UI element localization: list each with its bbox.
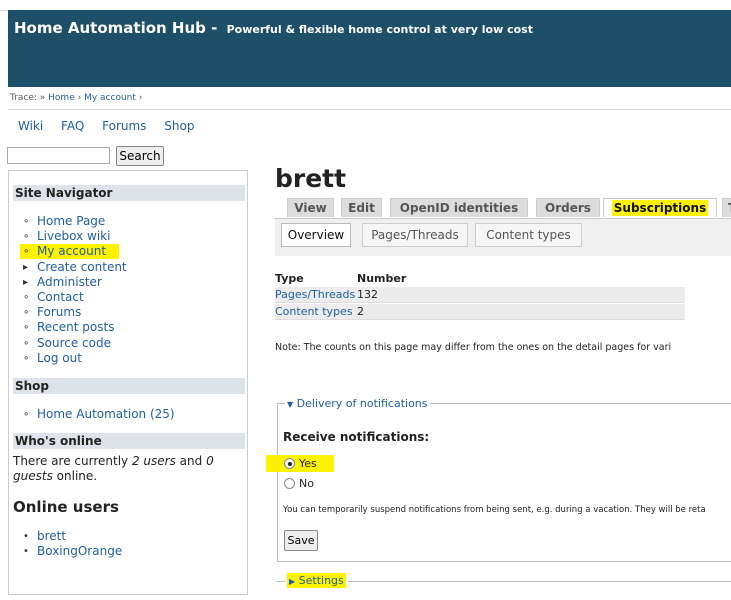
primary-link-shop[interactable]: Shop bbox=[164, 119, 194, 133]
nav-item-source-code[interactable]: ∘ Source code bbox=[23, 336, 127, 351]
receive-notifications-label: Receive notifications: bbox=[283, 430, 430, 444]
delivery-description: You can temporarily suspend notification… bbox=[283, 505, 706, 515]
shop-item-home-automation[interactable]: ∘ Home Automation (25) bbox=[23, 407, 175, 422]
site-header: Home Automation Hub - Powerful & flexibl… bbox=[8, 10, 731, 87]
tab-truncated[interactable]: T bbox=[722, 198, 731, 217]
online-users-title: Online users bbox=[13, 498, 119, 516]
subscriptions-table: Type Number Pages/Threads 132 Content type… bbox=[275, 272, 685, 321]
site-navigator-title: Site Navigator bbox=[13, 185, 245, 201]
triangle-right-icon: ▶ bbox=[289, 577, 296, 586]
nav-item-recent-posts[interactable]: ∘ Recent posts bbox=[23, 320, 127, 335]
radio-no-label[interactable]: No bbox=[299, 477, 314, 490]
site-title[interactable]: Home Automation Hub - Powerful & flexibl… bbox=[14, 19, 533, 37]
tab-edit[interactable]: Edit bbox=[341, 198, 382, 217]
settings-legend[interactable]: ▶ Settings bbox=[285, 573, 348, 588]
nav-item-livebox-wiki[interactable]: ∘ Livebox wiki bbox=[23, 229, 127, 244]
subtab-pages-threads[interactable]: Pages/Threads bbox=[362, 223, 468, 247]
online-user-item[interactable]: • BoxingOrange bbox=[23, 544, 122, 559]
page-title: brett bbox=[275, 164, 347, 193]
subtab-overview[interactable]: Overview bbox=[281, 223, 351, 247]
delivery-legend[interactable]: ▼ Delivery of notifications bbox=[285, 397, 430, 410]
radio-yes-label[interactable]: Yes bbox=[299, 457, 317, 470]
triangle-down-icon: ▼ bbox=[287, 400, 294, 409]
tab-subscriptions[interactable]: Subscriptions bbox=[603, 198, 717, 217]
nav-item-administer[interactable]: ▸ Administer bbox=[23, 275, 127, 290]
sidebar: Site Navigator ∘ Home Page ∘ Livebox wiki … bbox=[8, 170, 248, 595]
nav-item-log-out[interactable]: ∘ Log out bbox=[23, 351, 127, 366]
delivery-fieldset bbox=[277, 403, 731, 562]
divider bbox=[8, 109, 731, 110]
primary-link-faq[interactable]: FAQ bbox=[61, 119, 84, 133]
nav-item-contact[interactable]: ∘ Contact bbox=[23, 290, 127, 305]
table-header: Type Number bbox=[275, 272, 407, 285]
nav-item-my-account[interactable]: ∘ My account bbox=[20, 244, 127, 260]
site-name[interactable]: Home Automation Hub - bbox=[14, 19, 217, 37]
radio-yes[interactable] bbox=[284, 458, 295, 469]
table-row: Content types 2 bbox=[275, 304, 685, 320]
tab-openid-identities[interactable]: OpenID identities bbox=[390, 198, 528, 217]
search-input[interactable] bbox=[7, 147, 110, 164]
primary-links: Wiki FAQ Forums Shop bbox=[18, 119, 208, 133]
search-button[interactable]: Search bbox=[116, 146, 164, 166]
tab-view[interactable]: View bbox=[287, 198, 334, 217]
site-slogan: Powerful & flexible home control at very… bbox=[226, 23, 533, 36]
nav-item-create-content[interactable]: ▸ Create content bbox=[23, 260, 127, 275]
breadcrumb-my-account[interactable]: My account bbox=[84, 93, 136, 103]
breadcrumb-home[interactable]: Home bbox=[48, 93, 75, 103]
subtab-content-types[interactable]: Content types bbox=[475, 223, 582, 247]
nav-item-forums[interactable]: ∘ Forums bbox=[23, 305, 127, 320]
radio-no[interactable] bbox=[284, 478, 295, 489]
whos-online-text: There are currently 2 users and 0 guests… bbox=[13, 454, 214, 483]
site-navigator-list: ∘ Home Page ∘ Livebox wiki ∘ My account ▸ Cr… bbox=[20, 214, 127, 366]
primary-link-forums[interactable]: Forums bbox=[102, 119, 146, 133]
shop-list: ∘ Home Automation (25) bbox=[23, 407, 175, 422]
whos-online-title: Who's online bbox=[13, 433, 245, 449]
online-users-list: • brett • BoxingOrange bbox=[23, 529, 122, 559]
nav-item-home-page[interactable]: ∘ Home Page bbox=[23, 214, 127, 229]
online-user-item[interactable]: • brett bbox=[23, 529, 122, 544]
breadcrumb-prefix: Trace: » bbox=[10, 93, 46, 103]
save-button[interactable]: Save bbox=[284, 530, 318, 551]
counts-note: Note: The counts on this page may differ… bbox=[275, 342, 672, 353]
primary-link-wiki[interactable]: Wiki bbox=[18, 119, 43, 133]
breadcrumb: Trace: » Home › My account › bbox=[10, 93, 142, 103]
tab-orders[interactable]: Orders bbox=[536, 198, 600, 217]
breadcrumb-sep: › bbox=[138, 93, 143, 103]
breadcrumb-sep: › bbox=[77, 93, 82, 103]
shop-block-title: Shop bbox=[13, 378, 245, 394]
table-row: Pages/Threads 132 bbox=[275, 287, 685, 303]
